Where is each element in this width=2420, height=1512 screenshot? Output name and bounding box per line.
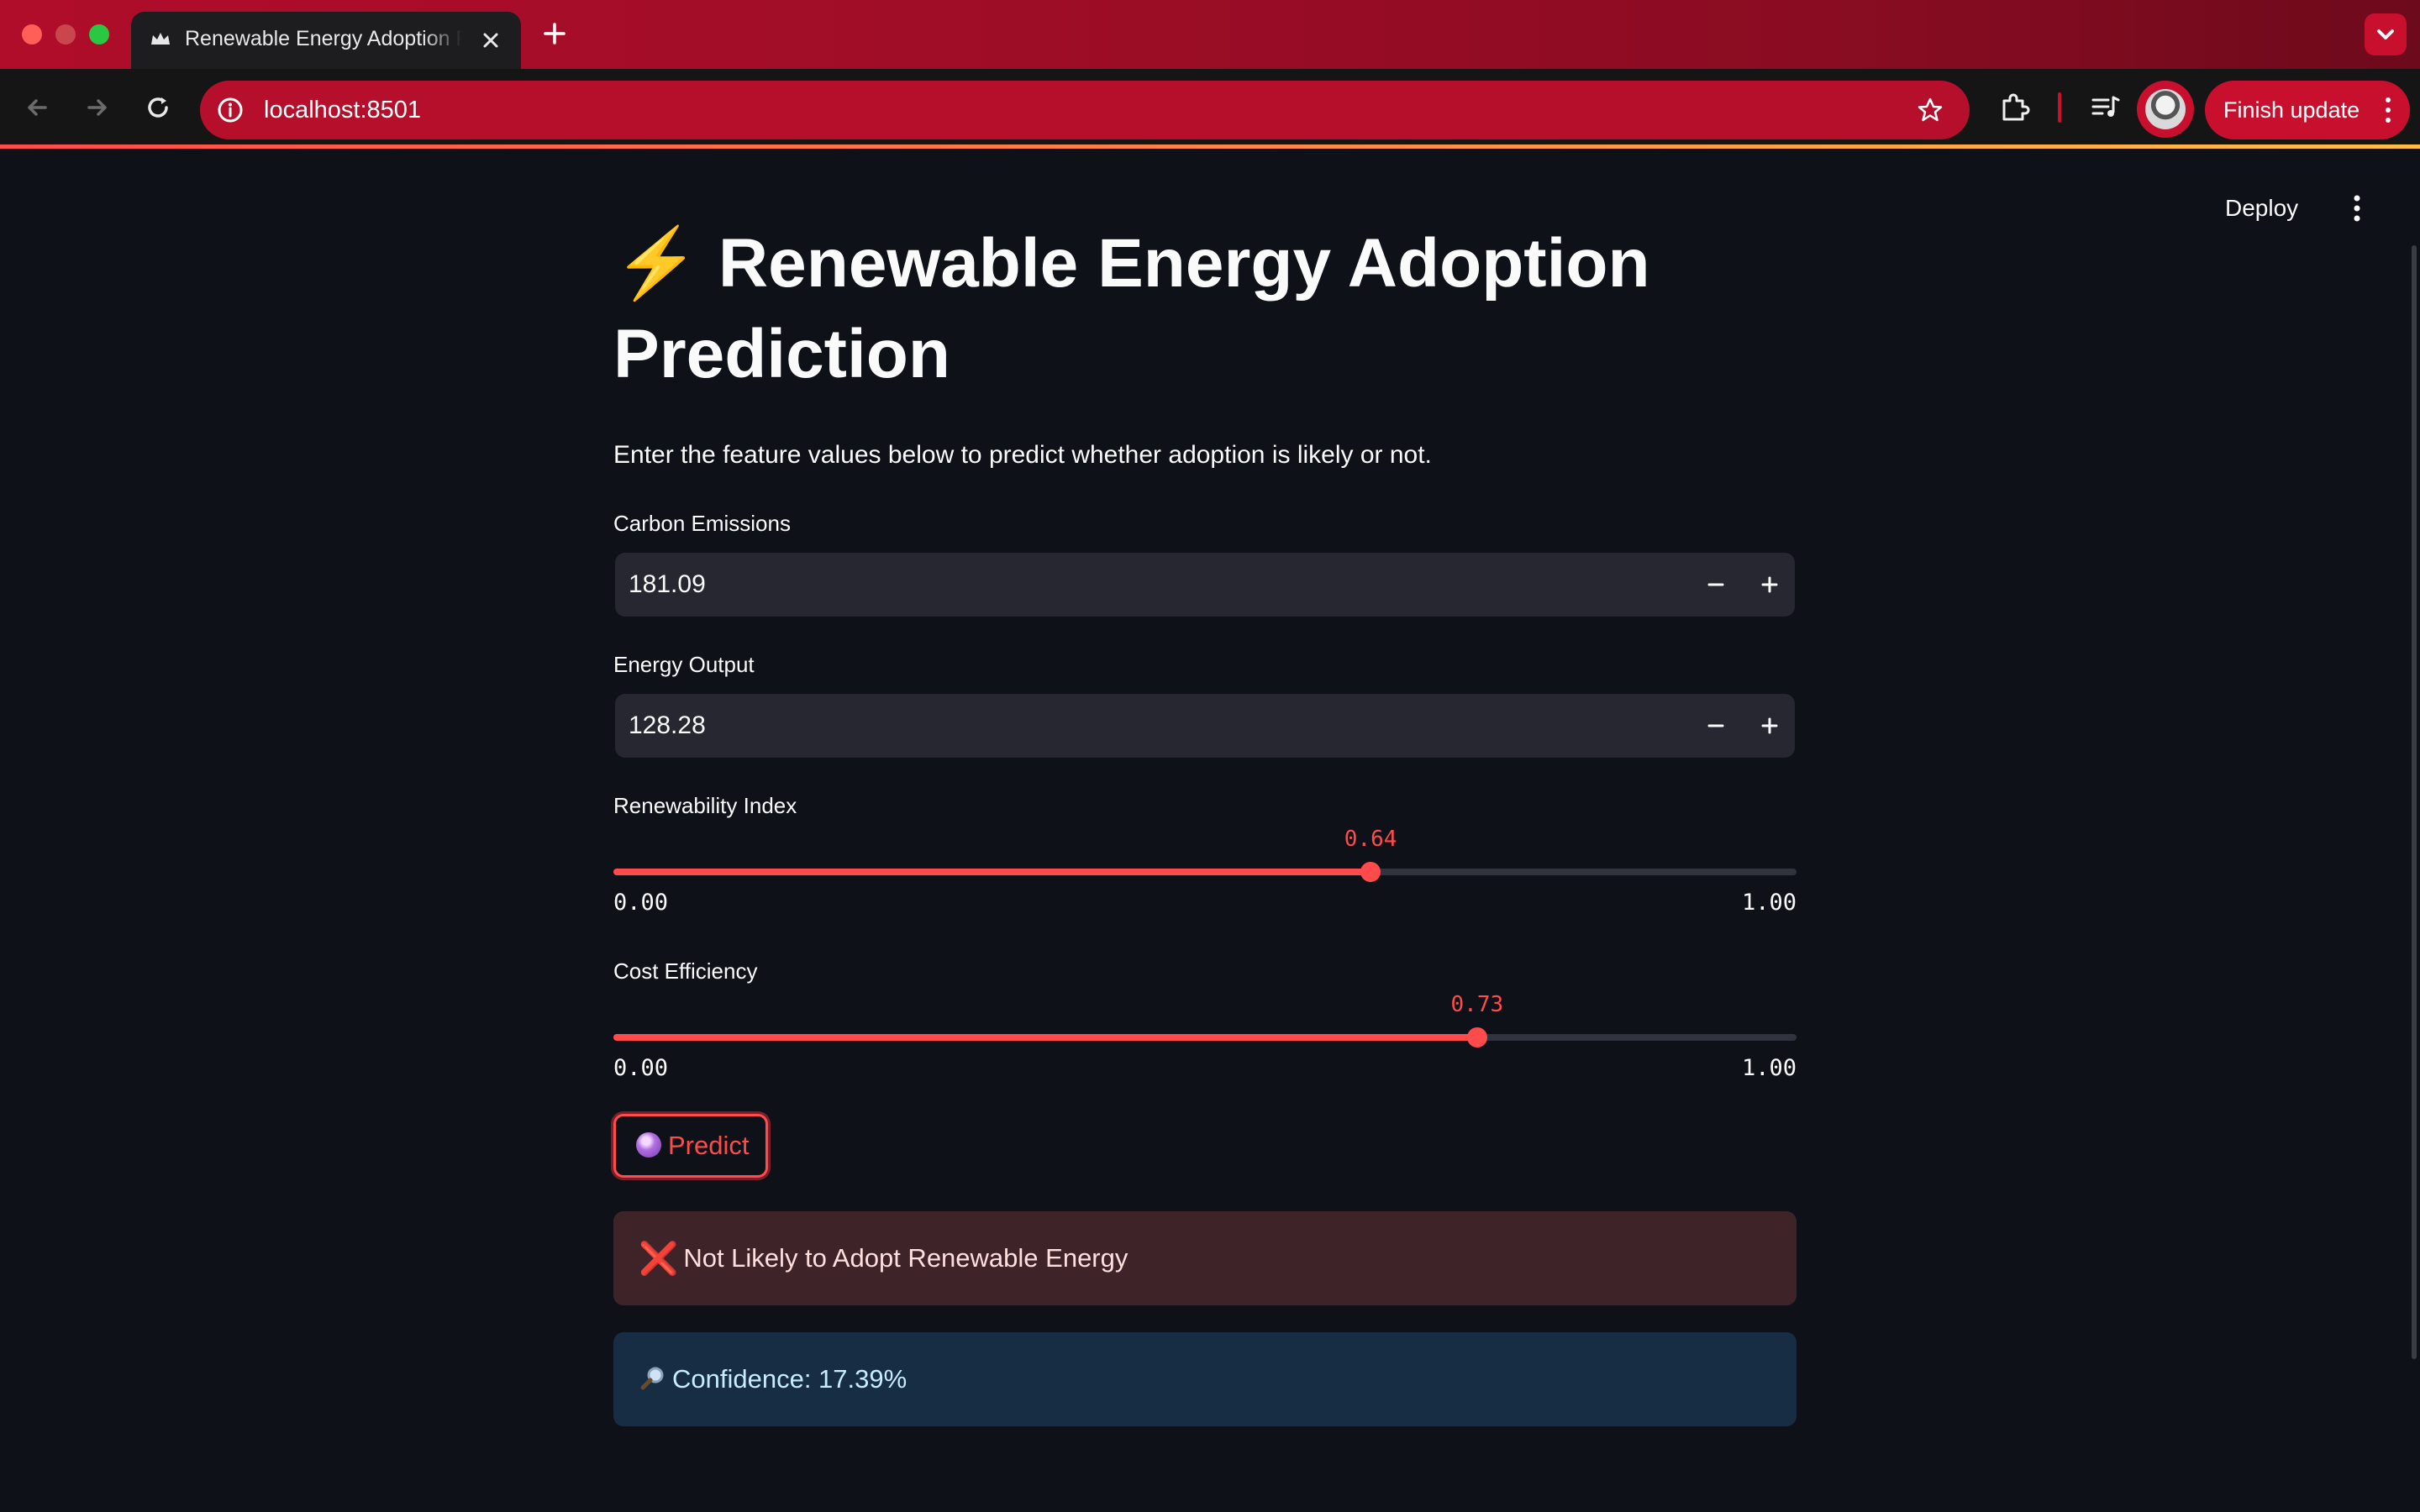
forward-arrow-icon[interactable] — [81, 91, 114, 124]
energy-output-decrement-button[interactable] — [1699, 709, 1733, 743]
main-menu-icon[interactable] — [2344, 192, 2370, 225]
finish-update-label: Finish update — [2223, 97, 2360, 123]
carbon-emissions-increment-button[interactable] — [1753, 568, 1786, 601]
browser-tab-strip: Renewable Energy Adoption Prediction — [0, 0, 2420, 69]
cross-mark-icon: ❌ — [639, 1242, 679, 1277]
bookmark-star-icon[interactable] — [1916, 96, 1944, 124]
predict-button[interactable]: Predict — [613, 1114, 768, 1178]
renewability-index-fill — [613, 869, 1371, 875]
cost-efficiency-value: 0.73 — [1450, 992, 1504, 1017]
page-title: ⚡ Renewable Energy Adoption Prediction — [613, 218, 1797, 400]
url-text: localhost:8501 — [264, 97, 422, 123]
cost-efficiency-track[interactable] — [613, 1027, 1797, 1047]
address-bar[interactable]: localhost:8501 — [200, 81, 1970, 139]
tab-title: Renewable Energy Adoption Prediction — [185, 27, 462, 50]
back-arrow-icon[interactable] — [20, 91, 54, 124]
prediction-result-text: Not Likely to Adopt Renewable Energy — [683, 1243, 1128, 1273]
confidence-text: Confidence: 17.39% — [672, 1364, 908, 1394]
predict-button-content: Predict — [636, 1116, 749, 1175]
renewability-index-min: 0.00 — [613, 890, 669, 916]
browser-toolbar: localhost:8501 Finish update — [0, 69, 2420, 146]
tab-search-button[interactable] — [2365, 13, 2407, 55]
browser-tab-active[interactable]: Renewable Energy Adoption Prediction — [131, 12, 521, 69]
lightning-bolt-icon: ⚡ — [613, 225, 700, 302]
carbon-emissions-decrement-button[interactable] — [1699, 568, 1733, 601]
reload-icon[interactable] — [141, 91, 175, 124]
new-tab-icon[interactable] — [538, 17, 571, 50]
renewability-index-thumb[interactable] — [1360, 862, 1381, 882]
toolbar-separator — [2058, 92, 2061, 123]
avatar — [2145, 89, 2186, 129]
window-minimize-button[interactable] — [55, 24, 76, 45]
prediction-result-alert: ❌ Not Likely to Adopt Renewable Energy — [613, 1211, 1797, 1305]
finish-update-button[interactable]: Finish update — [2205, 81, 2410, 139]
profile-button[interactable] — [2137, 81, 2194, 138]
energy-output-label: Energy Output — [613, 652, 755, 677]
carbon-emissions-label: Carbon Emissions — [613, 511, 791, 536]
renewability-index-track[interactable] — [613, 862, 1797, 882]
renewability-index-slider: 0.64 0.00 1.00 — [613, 825, 1797, 926]
prediction-result: ❌ Not Likely to Adopt Renewable Energy — [639, 1211, 1128, 1306]
page-scrollbar[interactable] — [2412, 245, 2417, 1359]
cost-efficiency-max: 1.00 — [1741, 1055, 1797, 1081]
energy-output-number-input — [615, 694, 1795, 758]
page-title-text: Renewable Energy Adoption Prediction — [613, 225, 1650, 392]
streamlit-crown-icon — [151, 33, 170, 45]
carbon-emissions-field[interactable] — [629, 553, 1637, 617]
confidence: Confidence: 17.39% — [639, 1332, 907, 1426]
more-vertical-icon — [2386, 97, 2391, 123]
magnifying-glass-icon — [640, 1367, 664, 1390]
window-maximize-button[interactable] — [89, 24, 109, 45]
cost-efficiency-min: 0.00 — [613, 1055, 669, 1081]
streamlit-decoration-bar — [0, 144, 2420, 149]
energy-output-increment-button[interactable] — [1753, 709, 1786, 743]
cost-efficiency-fill — [613, 1034, 1477, 1041]
site-info-icon[interactable] — [217, 97, 244, 123]
renewability-index-value: 0.64 — [1344, 827, 1397, 852]
cost-efficiency-thumb[interactable] — [1466, 1027, 1487, 1047]
deploy-button[interactable]: Deploy — [2225, 190, 2298, 227]
cost-efficiency-label: Cost Efficiency — [613, 958, 758, 984]
renewability-index-label: Renewability Index — [613, 793, 797, 818]
predict-button-label: Predict — [668, 1131, 750, 1160]
confidence-alert: Confidence: 17.39% — [613, 1332, 1797, 1426]
media-controls-icon[interactable] — [2087, 89, 2124, 126]
window-close-button[interactable] — [22, 24, 42, 45]
crystal-ball-icon — [636, 1132, 661, 1158]
cost-efficiency-slider: 0.73 0.00 1.00 — [613, 990, 1797, 1091]
carbon-emissions-number-input — [615, 553, 1795, 617]
energy-output-field[interactable] — [629, 694, 1637, 758]
page-description: Enter the feature values below to predic… — [613, 441, 1432, 469]
extensions-puzzle-icon[interactable] — [1996, 89, 2033, 126]
chevron-down-icon — [2377, 29, 2394, 39]
close-tab-icon[interactable] — [476, 25, 506, 55]
renewability-index-max: 1.00 — [1741, 890, 1797, 916]
